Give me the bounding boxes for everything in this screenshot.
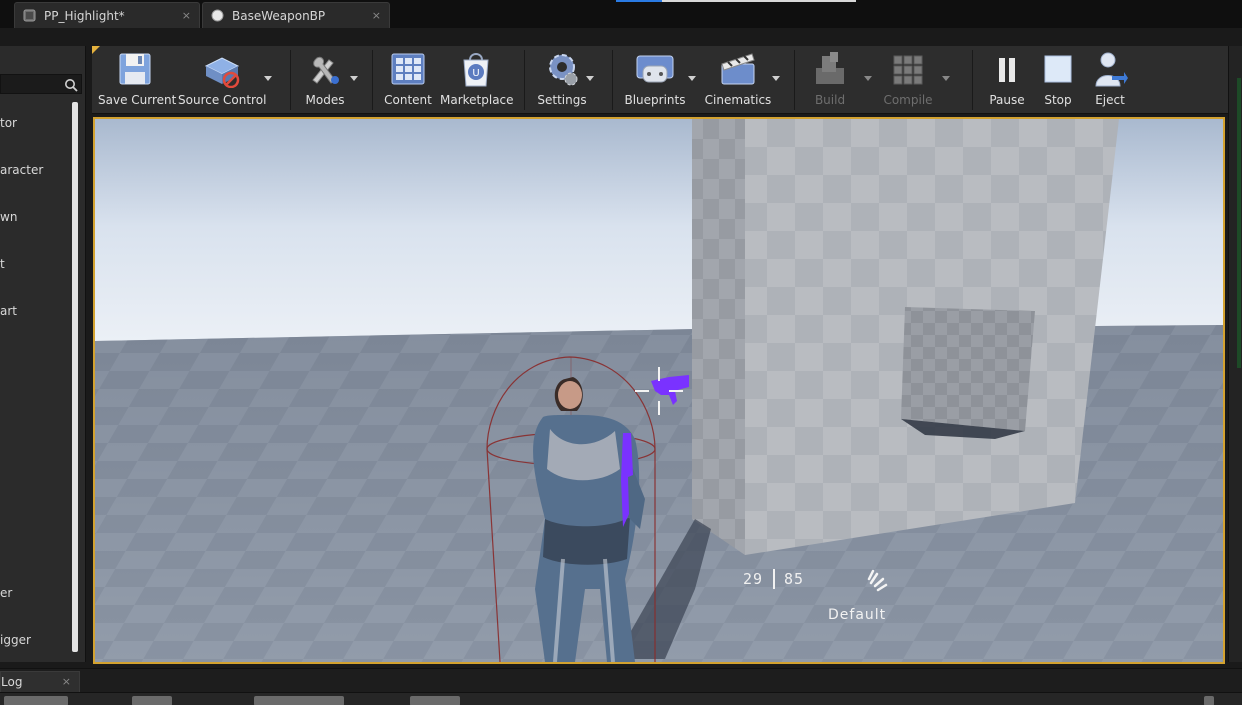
document-tab-strip: PP_Highlight* × BaseWeaponBP × bbox=[0, 0, 1242, 28]
settings-button[interactable]: Settings bbox=[532, 50, 594, 110]
button-label: Blueprints bbox=[624, 93, 686, 107]
close-icon[interactable]: × bbox=[182, 9, 191, 22]
search-input[interactable] bbox=[0, 74, 82, 94]
button-label: Source Control bbox=[178, 93, 267, 107]
blueprints-button[interactable]: Blueprints bbox=[620, 50, 696, 110]
active-tab-indicator bbox=[616, 0, 856, 2]
button-label: Save Current bbox=[98, 93, 177, 107]
svg-text:U: U bbox=[472, 68, 479, 79]
ammo-current: 29 bbox=[743, 570, 764, 588]
settings-icon bbox=[549, 54, 578, 86]
list-item[interactable]: aracter bbox=[0, 163, 43, 177]
close-icon[interactable]: × bbox=[372, 9, 381, 22]
pause-icon bbox=[999, 58, 1015, 82]
button-label: Stop bbox=[1044, 93, 1072, 107]
material-icon bbox=[23, 9, 36, 22]
list-item[interactable]: tor bbox=[0, 116, 17, 130]
unreal-editor-window: PP_Highlight* × BaseWeaponBP × tor aract… bbox=[0, 0, 1242, 705]
blueprints-icon bbox=[636, 55, 674, 83]
content-icon bbox=[391, 53, 425, 85]
tab-label: PP_Highlight* bbox=[44, 8, 125, 23]
cinematics-button[interactable]: Cinematics bbox=[702, 50, 780, 110]
list-item[interactable]: wn bbox=[0, 210, 17, 224]
stop-button[interactable]: Stop bbox=[1036, 50, 1080, 110]
source-control-icon bbox=[204, 57, 240, 88]
details-panel-edge bbox=[1228, 46, 1242, 662]
tab-label: BaseWeaponBP bbox=[232, 8, 326, 23]
button-label: Eject bbox=[1095, 93, 1125, 107]
eject-icon bbox=[1095, 52, 1128, 87]
tab-baseweaponbp[interactable]: BaseWeaponBP × bbox=[202, 2, 390, 28]
cinematics-icon bbox=[721, 53, 755, 85]
stop-icon bbox=[1044, 55, 1072, 83]
marketplace-icon: U bbox=[463, 53, 489, 87]
tab-pp-highlight[interactable]: PP_Highlight* × bbox=[14, 2, 200, 28]
fire-mode-label: Default bbox=[828, 607, 887, 623]
save-current-button[interactable]: Save Current bbox=[98, 50, 177, 110]
button-label: Modes bbox=[305, 93, 345, 107]
button-label: Settings bbox=[537, 93, 587, 107]
marketplace-button[interactable]: U Marketplace bbox=[440, 50, 514, 110]
modes-button[interactable]: Modes bbox=[298, 50, 358, 110]
level-editor-toolbar: Save Current Source Control Modes Conten… bbox=[92, 46, 1228, 114]
tab-output-log[interactable]: Log × bbox=[0, 671, 80, 693]
list-item[interactable]: art bbox=[0, 304, 17, 318]
compile-button[interactable]: Compile bbox=[880, 50, 950, 110]
game-viewport[interactable]: 29 85 Default bbox=[93, 117, 1225, 664]
save-icon bbox=[119, 53, 151, 85]
modes-panel: tor aracter wn t art er igger bbox=[0, 46, 86, 662]
scrollbar[interactable] bbox=[72, 102, 78, 652]
button-label: Compile bbox=[883, 93, 933, 107]
modes-icon bbox=[312, 56, 339, 84]
ammo-divider bbox=[773, 569, 775, 589]
button-label: Content bbox=[384, 93, 432, 107]
ammo-total: 85 bbox=[784, 570, 805, 588]
button-label: Pause bbox=[989, 93, 1025, 107]
bottom-tab-strip: Log × bbox=[0, 668, 1242, 693]
compile-icon bbox=[893, 55, 923, 85]
list-item[interactable]: t bbox=[0, 257, 5, 271]
scene-render bbox=[95, 119, 1223, 662]
search-icon bbox=[64, 77, 78, 92]
button-label: Marketplace bbox=[440, 93, 514, 107]
list-item[interactable]: igger bbox=[0, 633, 31, 647]
content-button[interactable]: Content bbox=[380, 50, 436, 110]
close-icon[interactable]: × bbox=[62, 675, 71, 688]
eject-button[interactable]: Eject bbox=[1088, 50, 1132, 110]
tab-label: Log bbox=[1, 675, 23, 689]
build-button[interactable]: Build bbox=[808, 50, 872, 110]
button-label: Cinematics bbox=[704, 93, 772, 107]
log-filter-bar bbox=[0, 692, 1242, 705]
button-label: Build bbox=[814, 93, 846, 107]
build-icon bbox=[816, 52, 844, 84]
list-item[interactable]: er bbox=[0, 586, 12, 600]
pause-button[interactable]: Pause bbox=[982, 50, 1032, 110]
blueprint-icon bbox=[211, 9, 224, 22]
source-control-button[interactable]: Source Control bbox=[178, 50, 272, 110]
